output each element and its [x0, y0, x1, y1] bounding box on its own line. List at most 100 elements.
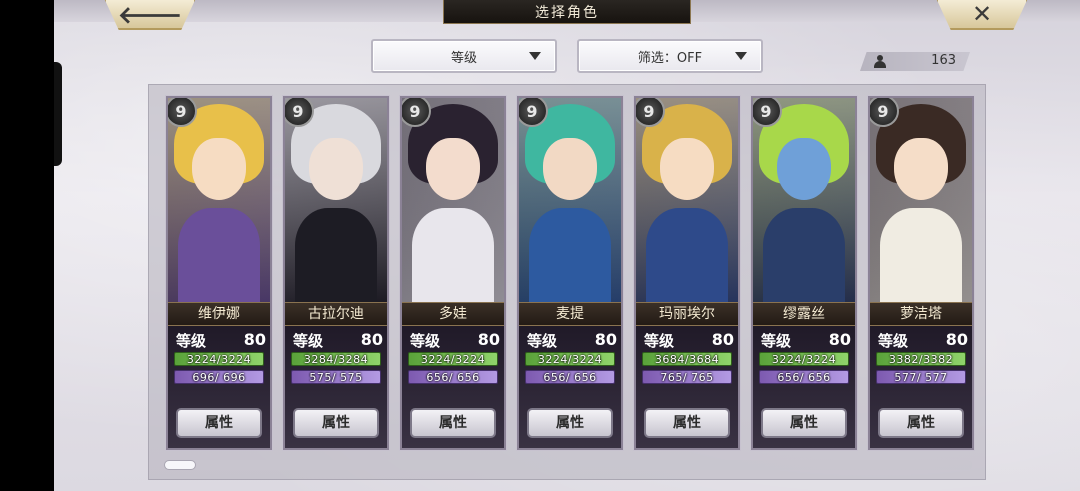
portrait-outfit: [178, 208, 260, 302]
character-stats: 等级 80 3684/3684 765/ 765 属性: [636, 326, 738, 448]
attributes-button[interactable]: 属性: [176, 408, 262, 438]
hp-bar: 3224/3224: [759, 352, 849, 366]
character-stats: 等级 80 3224/3224 656/ 656 属性: [402, 326, 504, 448]
hp-bar: 3684/3684: [642, 352, 732, 366]
attributes-button[interactable]: 属性: [761, 408, 847, 438]
character-stats: 等级 80 3224/3224 656/ 656 属性: [519, 326, 621, 448]
portrait-face: [660, 138, 714, 200]
level-value: 80: [360, 330, 383, 349]
sort-dropdown-label: 等级: [450, 50, 477, 66]
level-value: 80: [828, 330, 851, 349]
close-button[interactable]: ✕: [936, 0, 1028, 30]
attributes-button-label: 属性: [322, 415, 350, 431]
hp-bar: 3224/3224: [408, 352, 498, 366]
key-level-value: 9: [526, 101, 538, 121]
attributes-button[interactable]: 属性: [527, 408, 613, 438]
portrait-outfit: [880, 208, 962, 302]
character-name: 缪露丝: [753, 302, 855, 326]
character-portrait[interactable]: [519, 98, 621, 302]
attributes-button[interactable]: 属性: [410, 408, 496, 438]
character-name: 维伊娜: [168, 302, 270, 326]
level-value: 80: [945, 330, 968, 349]
hp-value: 3224/3224: [186, 353, 252, 366]
level-value: 80: [594, 330, 617, 349]
chevron-down-icon: [529, 52, 541, 60]
level-label: 等级: [644, 332, 675, 350]
mp-value: 656/ 656: [777, 371, 831, 384]
character-card[interactable]: 9 麦提 等级 80 3224/3224 656/ 656 属性: [517, 96, 623, 450]
filter-dropdown-label: 筛选：OFF: [637, 50, 703, 66]
level-value: 80: [477, 330, 500, 349]
character-portrait[interactable]: [636, 98, 738, 302]
level-row: 等级 80: [410, 330, 500, 350]
sort-dropdown[interactable]: 等级: [371, 39, 557, 73]
character-name-text: 缪露丝: [783, 306, 825, 322]
level-label: 等级: [176, 332, 207, 350]
level-row: 等级 80: [878, 330, 968, 350]
mp-bar: 575/ 575: [291, 370, 381, 384]
character-name-text: 玛丽埃尔: [659, 306, 715, 322]
portrait-outfit: [529, 208, 611, 302]
character-stats: 等级 80 3382/3382 577/ 577 属性: [870, 326, 972, 448]
character-portrait[interactable]: [402, 98, 504, 302]
scrollbar-thumb[interactable]: [164, 460, 196, 470]
character-card[interactable]: 9 缪露丝 等级 80 3224/3224 656/ 656 属性: [751, 96, 857, 450]
attributes-button[interactable]: 属性: [644, 408, 730, 438]
horizontal-scrollbar[interactable]: [164, 460, 972, 470]
mp-bar: 696/ 696: [174, 370, 264, 384]
attributes-button-label: 属性: [556, 415, 584, 431]
character-name-text: 古拉尔迪: [308, 306, 364, 322]
attributes-button[interactable]: 属性: [878, 408, 964, 438]
roster-count-value: 163: [931, 53, 956, 68]
portrait-face: [192, 138, 246, 200]
hp-value: 3684/3684: [654, 353, 720, 366]
key-level-value: 9: [643, 101, 655, 121]
character-card[interactable]: 9 维伊娜 等级 80 3224/3224 696/ 696 属性: [166, 96, 272, 450]
character-portrait[interactable]: [168, 98, 270, 302]
level-row: 等级 80: [293, 330, 383, 350]
character-portrait[interactable]: [285, 98, 387, 302]
mp-bar: 656/ 656: [408, 370, 498, 384]
key-level-value: 9: [877, 101, 889, 121]
attributes-button[interactable]: 属性: [293, 408, 379, 438]
level-value: 80: [711, 330, 734, 349]
portrait-outfit: [646, 208, 728, 302]
hp-bar: 3284/3284: [291, 352, 381, 366]
mp-value: 575/ 575: [309, 371, 363, 384]
back-button[interactable]: 🡐: [104, 0, 196, 30]
mp-value: 656/ 656: [543, 371, 597, 384]
character-card[interactable]: 9 玛丽埃尔 等级 80 3684/3684 765/ 765 属性: [634, 96, 740, 450]
character-portrait[interactable]: [870, 98, 972, 302]
filter-dropdown[interactable]: 筛选：OFF: [577, 39, 763, 73]
portrait-outfit: [412, 208, 494, 302]
character-card[interactable]: 9 多娃 等级 80 3224/3224 656/ 656 属性: [400, 96, 506, 450]
close-icon: ✕: [971, 0, 993, 28]
page-title-text: 选择角色: [535, 4, 599, 21]
character-name-text: 维伊娜: [198, 306, 240, 322]
attributes-button-label: 属性: [907, 415, 935, 431]
game-screen: 🡐 选择角色 ✕ 等级 筛选：OFF 163 9 维伊娜 等级 80 3224/…: [54, 0, 1080, 491]
level-label: 等级: [878, 332, 909, 350]
portrait-face: [426, 138, 480, 200]
character-portrait[interactable]: [753, 98, 855, 302]
character-card[interactable]: 9 古拉尔迪 等级 80 3284/3284 575/ 575 属性: [283, 96, 389, 450]
mp-value: 656/ 656: [426, 371, 480, 384]
key-level-value: 9: [409, 101, 421, 121]
portrait-face: [777, 138, 831, 200]
chevron-down-icon: [735, 52, 747, 60]
portrait-face: [543, 138, 597, 200]
hp-bar: 3382/3382: [876, 352, 966, 366]
level-label: 等级: [761, 332, 792, 350]
level-row: 等级 80: [176, 330, 266, 350]
person-icon: [874, 55, 886, 68]
character-stats: 等级 80 3224/3224 696/ 696 属性: [168, 326, 270, 448]
hp-value: 3284/3284: [303, 353, 369, 366]
key-level-value: 9: [292, 101, 304, 121]
portrait-face: [894, 138, 948, 200]
hp-bar: 3224/3224: [525, 352, 615, 366]
key-level-value: 9: [760, 101, 772, 121]
character-card[interactable]: 9 萝洁塔 等级 80 3382/3382 577/ 577 属性: [868, 96, 974, 450]
page-title: 选择角色: [443, 0, 691, 24]
level-row: 等级 80: [644, 330, 734, 350]
level-row: 等级 80: [761, 330, 851, 350]
